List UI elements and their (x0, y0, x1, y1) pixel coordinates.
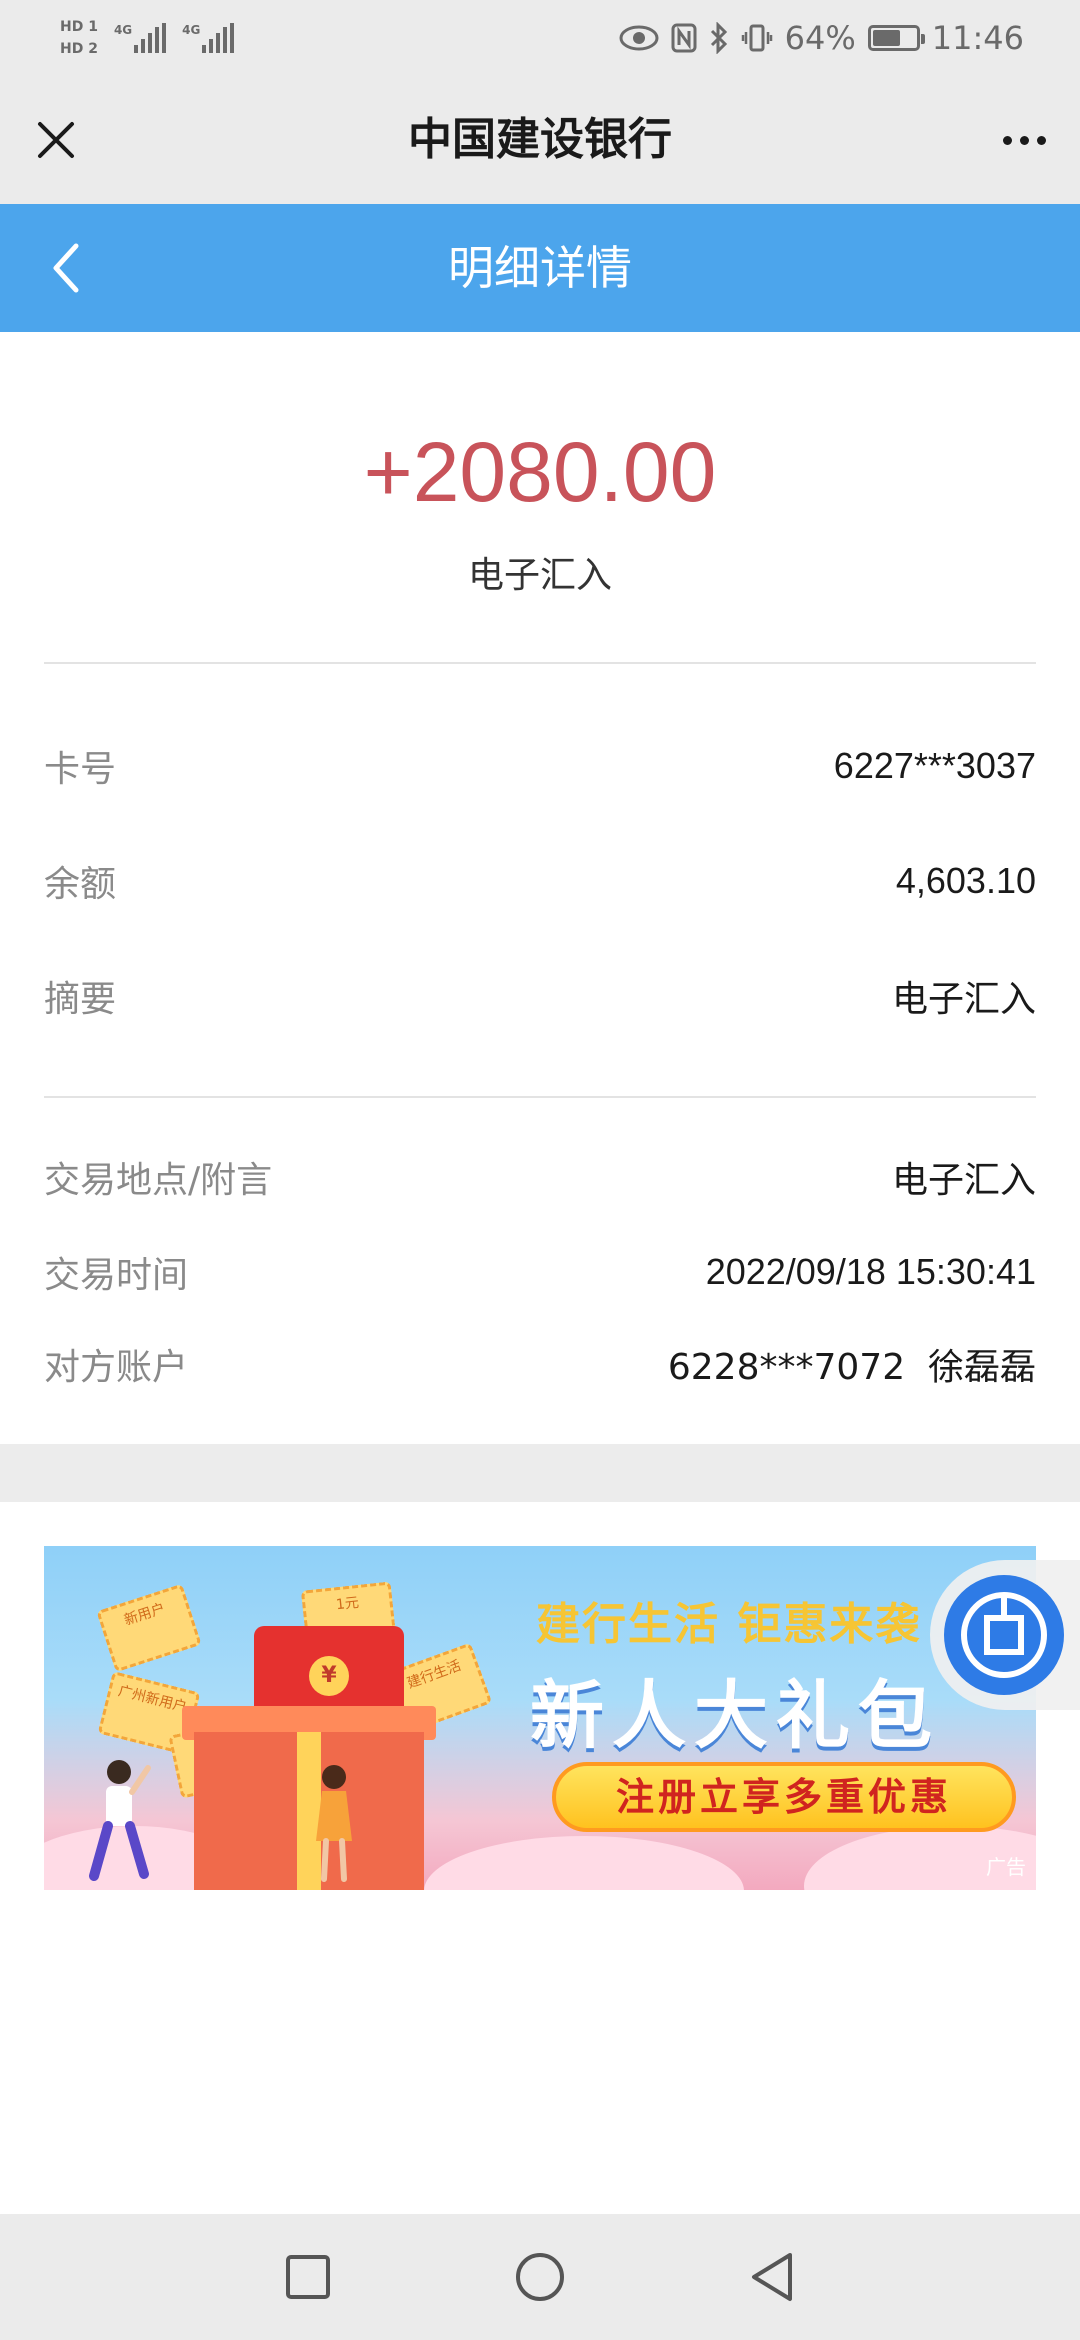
card-no-value: 6227***3037 (833, 745, 1036, 786)
battery-icon (867, 25, 925, 51)
transaction-type: 电子汇入 (467, 555, 612, 596)
time-value: 2022/09/18 15:30:41 (705, 1251, 1036, 1292)
divider (44, 662, 1036, 664)
status-bar: HD 1 HD 2 4G 4G 64% 11:46 (0, 0, 1080, 76)
signal-1: 4G (113, 23, 167, 53)
summary-label: 摘要 (44, 979, 117, 1020)
location-value: 电子汇入 (891, 1160, 1036, 1201)
network-type-2: 4G (182, 23, 201, 37)
back-nav-button[interactable] (740, 2245, 804, 2309)
battery-fill (872, 30, 900, 46)
signal-2: 4G (182, 23, 235, 53)
divider (44, 1096, 1036, 1098)
signal-bars-icon (134, 23, 167, 53)
page-title: 明细详情 (448, 241, 632, 295)
circle-icon (516, 2253, 564, 2301)
vibrate-icon (741, 23, 773, 53)
section-separator (0, 1444, 1080, 1502)
ccb-logo-icon (944, 1575, 1064, 1695)
page-header: 明细详情 (0, 204, 1080, 332)
detail-row-summary: 摘要 电子汇入 (44, 960, 1036, 1032)
coupon-ticket: 新用户 (96, 1583, 202, 1673)
counterparty-value: 6228***7072 徐磊磊 (667, 1347, 1036, 1388)
more-dots-icon (1002, 135, 1012, 145)
title-bar: 中国建设银行 (0, 76, 1080, 204)
sim-indicators: HD 1 HD 2 (60, 19, 98, 57)
ad-banner[interactable]: 新用户 1元 广州新用户 优惠 建行生活 ¥ 建行生活 钜惠来袭 新人大礼包 注… (44, 1546, 1036, 1890)
recent-apps-button[interactable] (276, 2245, 340, 2309)
more-button[interactable] (992, 108, 1056, 172)
home-button[interactable] (508, 2245, 572, 2309)
time-label: 交易时间 (44, 1255, 189, 1296)
square-icon (286, 2255, 330, 2299)
balance-value: 4,603.10 (895, 860, 1036, 901)
counterparty-label: 对方账户 (44, 1347, 189, 1388)
clock: 11:46 (931, 19, 1024, 57)
amount-section: +2080.00 电子汇入 (0, 332, 1080, 662)
triangle-back-icon (752, 2253, 792, 2301)
battery-percent: 64% (784, 19, 856, 57)
cloud-decoration (424, 1836, 744, 1890)
page: HD 1 HD 2 4G 4G 64% 11:46 中国建设银行 明细详情 +2… (0, 0, 1080, 2340)
banner-cta-button[interactable]: 注册立享多重优惠 (552, 1762, 1016, 1832)
sim1-badge: HD 1 (60, 19, 98, 35)
summary-value: 电子汇入 (891, 979, 1036, 1020)
status-right: 64% 11:46 (619, 0, 1024, 76)
detail-row-time: 交易时间 2022/09/18 15:30:41 (44, 1236, 1036, 1308)
banner-title: 新人大礼包 (530, 1673, 940, 1759)
close-button[interactable] (24, 108, 88, 172)
bluetooth-icon (709, 22, 729, 54)
location-label: 交易地点/附言 (44, 1160, 273, 1201)
eye-icon (619, 24, 659, 52)
detail-row-location: 交易地点/附言 电子汇入 (44, 1141, 1036, 1213)
floating-ccb-button[interactable] (930, 1560, 1080, 1710)
more-dots-icon (1019, 135, 1029, 145)
transaction-amount: +2080.00 (363, 425, 717, 519)
card-no-label: 卡号 (44, 749, 117, 790)
back-button[interactable] (30, 232, 102, 304)
close-icon (38, 122, 74, 158)
signal-bars-icon (202, 23, 235, 53)
ad-label: 广告 (986, 1855, 1026, 1879)
nfc-icon (671, 23, 697, 53)
balance-label: 余额 (44, 864, 117, 905)
woman-figure-icon (316, 1765, 352, 1882)
chevron-left-icon (53, 243, 79, 293)
man-figure-icon (89, 1760, 151, 1881)
network-type-1: 4G (113, 23, 133, 37)
more-dots-icon (1036, 135, 1046, 145)
app-title: 中国建设银行 (408, 114, 672, 165)
detail-row-card-no: 卡号 6227***3037 (44, 730, 1036, 802)
sim2-badge: HD 2 (60, 41, 98, 57)
status-left: HD 1 HD 2 4G 4G (60, 10, 235, 66)
coin-icon: ¥ (309, 1656, 349, 1696)
banner-headline: 建行生活 钜惠来袭 (536, 1599, 922, 1650)
detail-row-counterparty: 对方账户 6228***7072 徐磊磊 (44, 1328, 1036, 1400)
detail-row-balance: 余额 4,603.10 (44, 845, 1036, 917)
system-nav-bar (0, 2214, 1080, 2340)
